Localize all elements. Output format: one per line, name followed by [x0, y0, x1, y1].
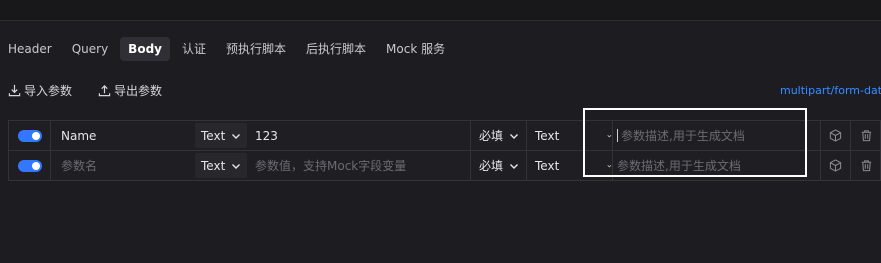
trash-icon	[861, 130, 871, 142]
description-placeholder: 参数描述,用于生成文档	[617, 159, 741, 173]
cube-icon	[829, 129, 842, 142]
param-type-value: Text	[201, 158, 226, 173]
table-row: Name Text 123 必填 Text 参数描述,用于生成文档	[8, 120, 881, 151]
export-icon	[98, 85, 111, 97]
import-icon	[8, 84, 21, 97]
request-tabs: Header Query Body 认证 预执行脚本 后执行脚本 Mock 服务	[0, 37, 457, 61]
enable-toggle[interactable]	[17, 129, 42, 142]
chevron-down-icon	[510, 163, 519, 169]
required-value: 必填	[479, 129, 504, 143]
param-name-field[interactable]: 参数名	[51, 151, 195, 180]
mock-button[interactable]	[821, 151, 851, 180]
param-type-select[interactable]: Text	[195, 123, 248, 148]
param-value-field[interactable]: 参数值，支持Mock字段变量	[251, 151, 471, 180]
param-name-placeholder: 参数名	[61, 159, 98, 173]
export-params-label: 导出参数	[114, 84, 163, 98]
tab-post-script[interactable]: 后执行脚本	[298, 37, 374, 61]
tab-pre-script[interactable]: 预执行脚本	[218, 37, 294, 61]
param-name-field[interactable]: Name	[51, 121, 195, 150]
tab-body[interactable]: Body	[120, 37, 170, 61]
required-select[interactable]: 必填	[471, 121, 527, 150]
enable-toggle-cell	[9, 121, 51, 150]
delete-row-button[interactable]	[851, 121, 881, 150]
chevron-down-icon	[232, 133, 241, 139]
tab-auth[interactable]: 认证	[174, 37, 214, 61]
param-value-field[interactable]: 123	[251, 121, 471, 150]
chevron-down-icon	[607, 164, 612, 167]
description-field[interactable]: 参数描述,用于生成文档	[613, 151, 821, 180]
tab-query[interactable]: Query	[64, 37, 116, 61]
params-table: Name Text 123 必填 Text 参数描述,用于生成文档 参数名 Te…	[8, 120, 881, 181]
export-params-button[interactable]: 导出参数	[98, 82, 162, 99]
table-row: 参数名 Text 参数值，支持Mock字段变量 必填 Text 参数描述,用于生…	[8, 151, 881, 181]
description-field[interactable]: 参数描述,用于生成文档	[613, 121, 821, 150]
required-select[interactable]: 必填	[471, 151, 527, 180]
cube-icon	[829, 159, 842, 172]
value-type-select[interactable]: Text	[527, 151, 613, 180]
enable-toggle-cell	[9, 151, 51, 180]
type-select-cell: Text	[195, 151, 251, 180]
enable-toggle[interactable]	[17, 159, 42, 172]
tab-header[interactable]: Header	[0, 37, 60, 61]
tab-mock-service[interactable]: Mock 服务	[378, 37, 453, 61]
delete-row-button[interactable]	[851, 151, 881, 180]
value-type-value: Text	[535, 128, 560, 143]
param-type-value: Text	[201, 128, 226, 143]
type-select-cell: Text	[195, 121, 251, 150]
top-divider-bar	[0, 0, 881, 21]
param-type-select[interactable]: Text	[195, 153, 248, 178]
import-params-button[interactable]: 导入参数	[8, 82, 72, 99]
value-type-value: Text	[535, 158, 560, 173]
chevron-down-icon	[232, 163, 241, 169]
value-type-select[interactable]: Text	[527, 121, 613, 150]
required-value: 必填	[479, 159, 504, 173]
param-value-placeholder: 参数值，支持Mock字段变量	[255, 159, 407, 173]
content-type-selector[interactable]: multipart/form-data	[780, 84, 881, 97]
description-placeholder: 参数描述,用于生成文档	[621, 129, 745, 143]
param-actions: 导入参数 导出参数	[8, 82, 188, 99]
chevron-down-icon	[607, 134, 612, 137]
text-cursor	[617, 129, 618, 142]
import-params-label: 导入参数	[24, 84, 73, 98]
trash-icon	[861, 160, 871, 172]
mock-button[interactable]	[821, 121, 851, 150]
chevron-down-icon	[510, 133, 519, 139]
